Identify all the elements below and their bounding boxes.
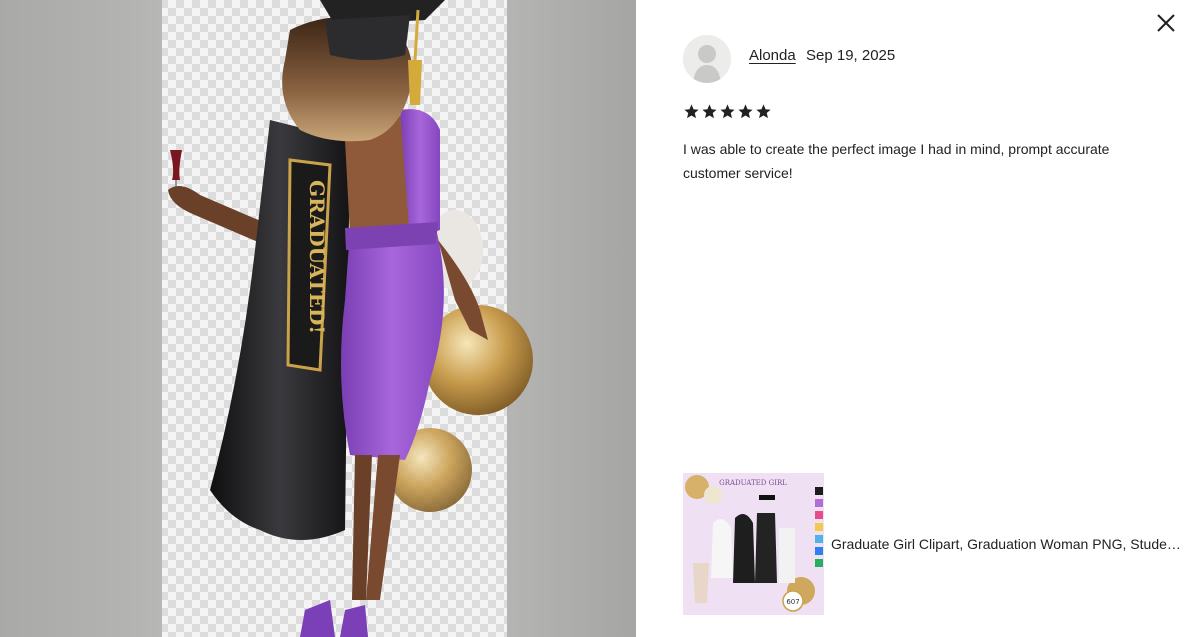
listing-thumbnail: GRADUATED GIRL 607 <box>683 473 824 615</box>
reviewer-avatar <box>683 35 731 83</box>
star-icon <box>702 104 717 119</box>
star-icon <box>756 104 771 119</box>
star-icon <box>720 104 735 119</box>
reviewer-name-link[interactable]: Alonda <box>749 47 796 64</box>
graduation-cap-crown <box>325 15 410 60</box>
star-icon <box>684 104 699 119</box>
review-panel: Alonda Sep 19, 2025 I was able to create… <box>636 0 1195 637</box>
review-photo: GRADUATED! <box>0 0 636 637</box>
review-text: I was able to create the perfect image I… <box>683 141 1110 181</box>
cap-tassel <box>408 60 422 105</box>
close-button[interactable] <box>1155 12 1177 34</box>
stole-text: GRADUATED! <box>305 180 329 334</box>
review-date: Sep 19, 2025 <box>806 47 896 64</box>
listing-title: Graduate Girl Clipart, Graduation Woman … <box>831 536 1183 552</box>
thumb-badge: 607 <box>786 598 799 606</box>
close-icon <box>1157 14 1175 32</box>
star-rating <box>683 103 772 123</box>
user-avatar-icon <box>683 35 731 83</box>
graduate-illustration: GRADUATED! <box>162 0 533 637</box>
star-icon <box>738 104 753 119</box>
listing-thumbnail-image: GRADUATED GIRL 607 <box>683 473 824 615</box>
listing-link[interactable]: GRADUATED GIRL 607 Graduate Girl Clipart… <box>683 473 1183 615</box>
thumb-heading: GRADUATED GIRL <box>719 479 787 487</box>
